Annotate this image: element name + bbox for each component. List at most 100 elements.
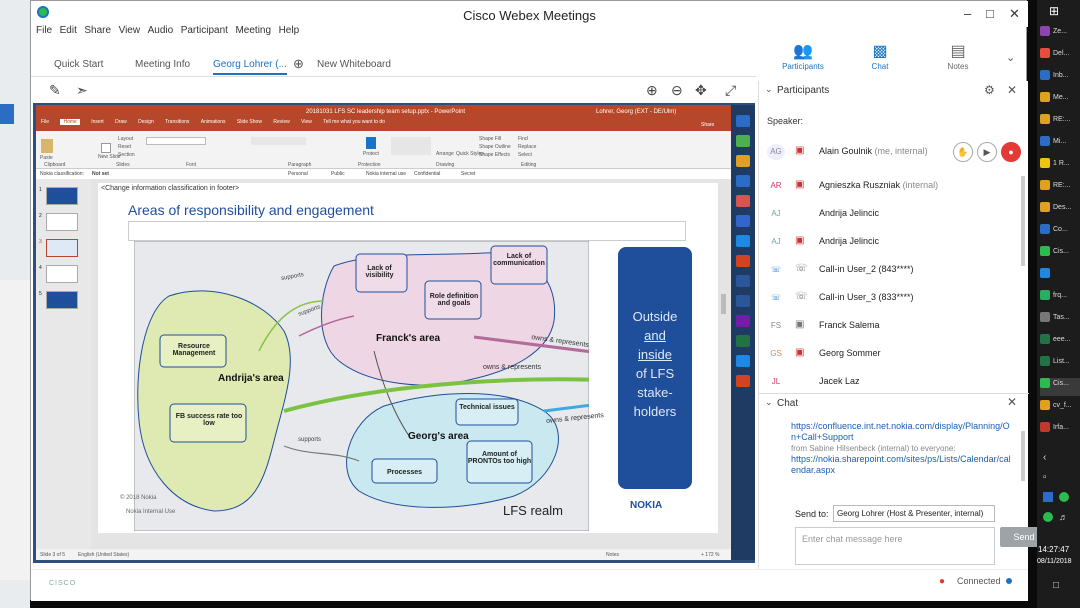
participant-row[interactable]: JL Jacek Laz [759, 368, 1021, 396]
thumbnail-5[interactable] [46, 291, 78, 309]
participant-row[interactable]: ☏ ☏ Call-in User_3 (833****) [759, 284, 1021, 312]
ppt-tab-animations[interactable]: Animations [201, 119, 226, 125]
ppt-tab-file[interactable]: File [41, 119, 49, 125]
taskbar-item[interactable]: Co... [1040, 224, 1080, 242]
class-personal[interactable]: Personal [288, 171, 308, 177]
clock-time[interactable]: 14:27:47 [1038, 545, 1069, 554]
close-chat-icon[interactable]: ✕ [1007, 395, 1017, 409]
taskbar-item[interactable]: Des... [1040, 202, 1080, 220]
class-confidential[interactable]: Confidential [414, 171, 440, 177]
ppt-tab-home[interactable]: Home [60, 119, 80, 125]
network-icon[interactable]: ▫ [1043, 472, 1047, 483]
thumbnail-2[interactable] [46, 213, 78, 231]
menu-share[interactable]: Share [84, 25, 111, 36]
fullscreen-icon[interactable]: ⤢ [725, 82, 736, 99]
menu-meeting[interactable]: Meeting [235, 25, 271, 36]
taskbar-item[interactable]: 1 R... [1040, 158, 1080, 176]
notifications-icon[interactable]: □ [1053, 580, 1059, 591]
menu-file[interactable]: File [36, 25, 52, 36]
taskbar-item[interactable]: Inb... [1040, 70, 1080, 88]
new-slide-icon[interactable] [101, 143, 111, 153]
taskbar-item[interactable]: eee... [1040, 334, 1080, 352]
taskbar-item[interactable]: RE:... [1040, 180, 1080, 198]
ppt-tab-review[interactable]: Review [273, 119, 289, 125]
clock-date[interactable]: 08/11/2018 [1037, 558, 1072, 565]
content-placeholder[interactable] [128, 221, 686, 241]
pointer-icon[interactable]: ➣ [76, 82, 88, 99]
shapes-gallery[interactable] [391, 137, 431, 155]
move-icon[interactable]: ✥ [695, 82, 707, 99]
taskbar-item[interactable]: Me... [1040, 92, 1080, 110]
ppt-share-button[interactable]: Share [701, 122, 714, 128]
thumbnail-1[interactable] [46, 187, 78, 205]
paragraph-controls[interactable] [251, 137, 306, 145]
tab-chat[interactable]: ▩ Chat [850, 41, 910, 71]
gear-icon[interactable]: ⚙ [984, 83, 995, 97]
chat-input[interactable]: Enter chat message here [795, 527, 995, 565]
ppt-tell-me[interactable]: Tell me what you want to do [323, 119, 385, 125]
ppt-tab-transitions[interactable]: Transitions [165, 119, 189, 125]
participant-row[interactable]: ☏ ☏ Call-in User_2 (843****) [759, 256, 1021, 284]
video-button[interactable]: ▶ [977, 142, 997, 162]
chevron-up-icon[interactable]: ‹ [1043, 452, 1046, 463]
zoom-out-icon[interactable]: ⊖ [671, 82, 683, 99]
menu-help[interactable]: Help [279, 25, 300, 36]
protect-icon[interactable] [366, 137, 376, 149]
taskbar-item[interactable]: Ze... [1040, 26, 1080, 44]
participant-row[interactable]: FS ▣ Franck Salema [759, 312, 1021, 340]
ppt-tab-view[interactable]: View [301, 119, 312, 125]
chat-scrollbar[interactable] [1021, 431, 1025, 481]
collapse-chat-icon[interactable]: ⌄ [765, 397, 773, 408]
class-public[interactable]: Public [331, 171, 345, 177]
menu-participant[interactable]: Participant [181, 25, 228, 36]
tab-notes[interactable]: ▤ Notes [928, 41, 988, 71]
slide-scrollbar[interactable] [721, 294, 726, 314]
chevron-down-icon[interactable]: ⌄ [1006, 51, 1015, 64]
taskbar-item[interactable]: frq... [1040, 290, 1080, 308]
chat-link-confluence[interactable]: https://confluence.int.net.nokia.com/dis… [791, 421, 1010, 442]
taskbar-item[interactable]: cv_f... [1040, 400, 1080, 418]
font-box[interactable] [146, 137, 206, 145]
taskbar-item[interactable]: Mi... [1040, 136, 1080, 154]
ppt-tab-draw[interactable]: Draw [115, 119, 127, 125]
close-icon[interactable]: ✕ [1009, 6, 1020, 22]
ppt-zoom[interactable]: + 172 % [701, 552, 720, 558]
participant-row[interactable]: AG ▣ Alain Goulnik (me, internal) ✋ ▶ ● [759, 138, 1021, 166]
add-tab-icon[interactable]: ⊕ [293, 56, 304, 72]
ppt-tab-insert[interactable]: Insert [91, 119, 104, 125]
taskbar-item-active[interactable]: Cis... [1040, 378, 1080, 396]
participant-row[interactable]: AJ ▣ Andrija Jelincic [759, 228, 1021, 256]
menu-view[interactable]: View [119, 25, 141, 36]
taskbar-item[interactable]: Tas... [1040, 312, 1080, 330]
chat-link-sharepoint[interactable]: https://nokia.sharepoint.com/sites/ps/Li… [791, 454, 1011, 475]
close-participants-icon[interactable]: ✕ [1007, 83, 1017, 97]
zoom-in-icon[interactable]: ⊕ [646, 82, 658, 99]
webex-tray-icon[interactable] [1059, 492, 1069, 502]
taskbar-item[interactable]: Cis... [1040, 246, 1080, 264]
taskbar-item[interactable]: RE:... [1040, 114, 1080, 132]
taskbar-item[interactable] [1040, 268, 1080, 286]
raise-hand-button[interactable]: ✋ [953, 142, 973, 162]
menu-edit[interactable]: Edit [60, 25, 77, 36]
notes-button[interactable]: Notes [606, 552, 619, 558]
tab-new-whiteboard[interactable]: New Whiteboard [317, 59, 391, 70]
menu-audio[interactable]: Audio [148, 25, 174, 36]
check-tray-icon[interactable] [1043, 512, 1053, 522]
participant-row[interactable]: GS ▣ Georg Sommer [759, 340, 1021, 368]
ppt-tab-slideshow[interactable]: Slide Show [237, 119, 262, 125]
tab-meeting-info[interactable]: Meeting Info [135, 59, 190, 70]
participant-row[interactable]: AJ Andrija Jelincic [759, 200, 1021, 228]
tab-georg-lohrer[interactable]: Georg Lohrer (... [213, 59, 287, 75]
tab-quick-start[interactable]: Quick Start [54, 59, 103, 70]
paste-icon[interactable] [41, 139, 53, 153]
thumbnail-4[interactable] [46, 265, 78, 283]
volume-icon[interactable]: ♬ [1059, 512, 1068, 522]
mute-button[interactable]: ● [1001, 142, 1021, 162]
collapse-participants-icon[interactable]: ⌄ [765, 84, 773, 95]
maximize-icon[interactable]: □ [986, 6, 994, 21]
class-internal[interactable]: Nokia internal use [366, 171, 406, 177]
participants-scrollbar[interactable] [1021, 176, 1025, 266]
tab-participants[interactable]: 👥 Participants [773, 41, 833, 71]
thumbnail-3[interactable] [46, 239, 78, 257]
class-secret[interactable]: Secret [461, 171, 475, 177]
